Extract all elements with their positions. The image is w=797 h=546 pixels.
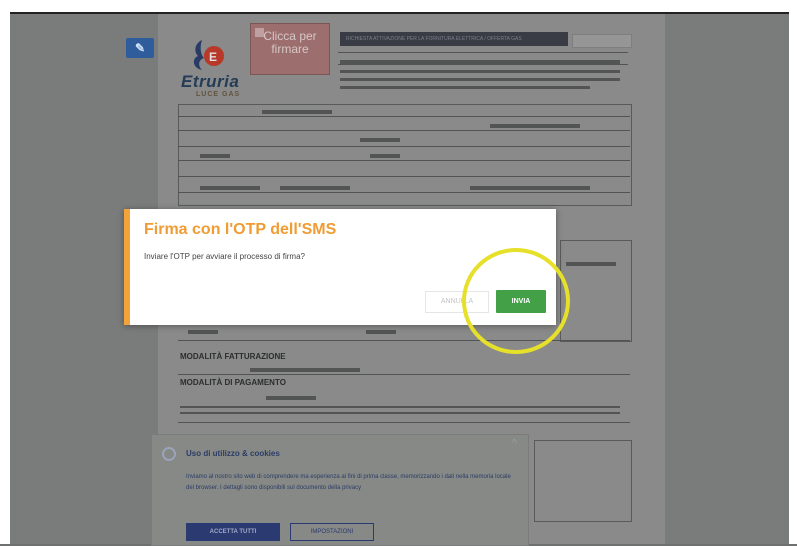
chevron-up-icon[interactable]: ^ bbox=[512, 438, 517, 449]
dialog-title: Firma con l'OTP dell'SMS bbox=[144, 221, 337, 238]
dialog-message: Inviare l'OTP per avviare il processo di… bbox=[144, 252, 305, 261]
viewer-right-panel bbox=[665, 14, 789, 544]
cookie-settings-button[interactable]: IMPOSTAZIONI bbox=[290, 523, 374, 541]
accept-all-cookies-button[interactable]: ACCETTA TUTTI bbox=[186, 523, 280, 541]
photo-frame-left bbox=[0, 0, 10, 544]
cookie-text: Inviamo al nostro sito web di comprender… bbox=[186, 474, 511, 491]
dialog-accent-bar bbox=[124, 209, 130, 325]
photo-frame-right bbox=[789, 0, 797, 544]
highlight-circle bbox=[462, 248, 570, 354]
cookie-title: Uso di utilizzo & cookies bbox=[186, 449, 280, 458]
info-icon bbox=[162, 447, 176, 461]
cookie-banner: Uso di utilizzo & cookies Inviamo al nos… bbox=[151, 434, 529, 546]
photo-frame-top bbox=[0, 0, 797, 12]
document-icon[interactable]: ✎ bbox=[126, 38, 154, 58]
